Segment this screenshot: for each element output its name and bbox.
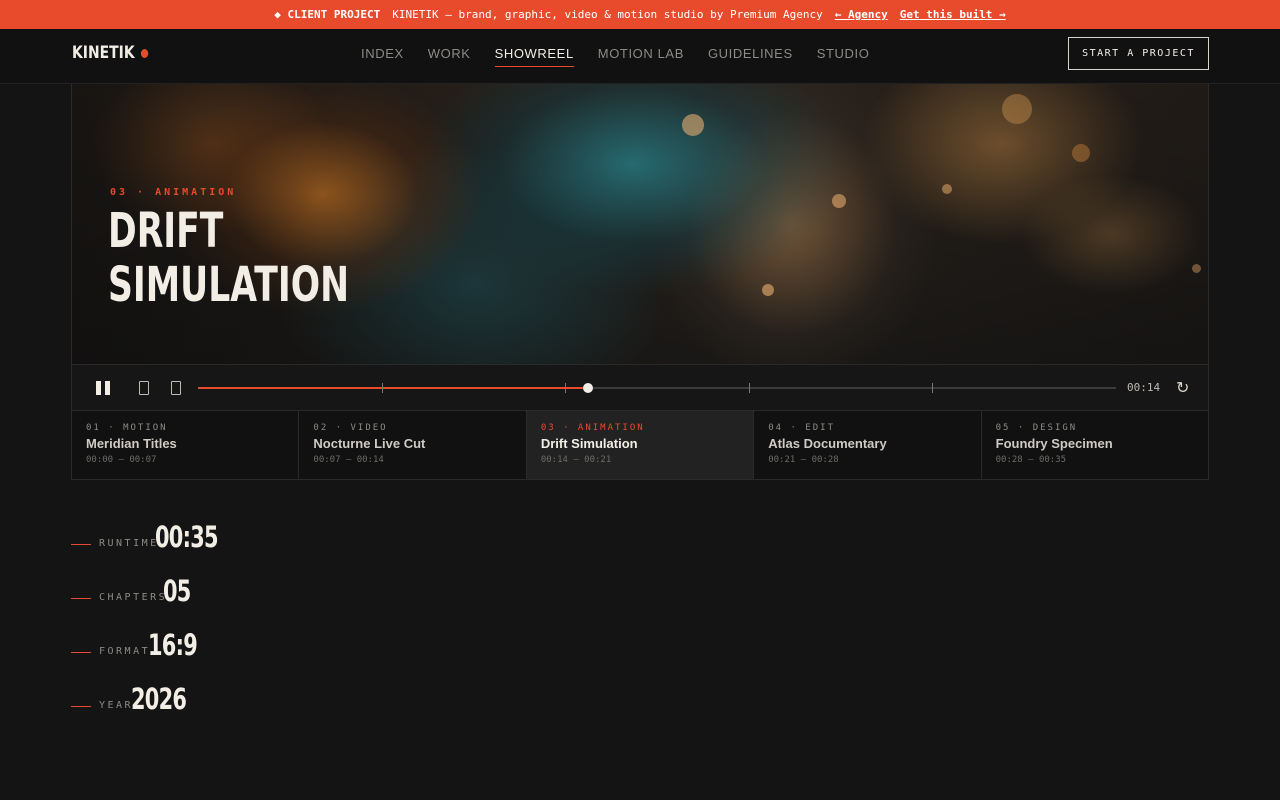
stat-rule: [71, 652, 91, 653]
nav-item-index[interactable]: INDEX: [361, 46, 404, 67]
pause-icon[interactable]: [94, 381, 112, 395]
next-chapter-icon[interactable]: [171, 381, 181, 395]
stat-label: RUNTIME: [99, 538, 159, 549]
hero-kicker: 03 · ANIMATION: [110, 187, 237, 198]
chapter-marker: [565, 383, 567, 393]
chapter-marker: [932, 383, 934, 393]
chapter-item[interactable]: 04 · EDIT Atlas Documentary 00:21 — 00:2…: [754, 411, 982, 479]
bokeh-highlight: [1072, 144, 1090, 162]
chapter-range: 00:21 — 00:28: [768, 455, 839, 465]
chapter-title: Nocturne Live Cut: [313, 436, 426, 451]
stat-value: 16:9: [148, 628, 198, 662]
stat-value: 2026: [131, 682, 187, 716]
banner-agency-link[interactable]: ← Agency: [835, 8, 888, 21]
stat-value: 05: [163, 574, 191, 608]
nav-item-guidelines[interactable]: GUIDELINES: [708, 46, 793, 67]
stat-label: YEAR: [99, 700, 134, 711]
chapter-marker: [748, 383, 750, 393]
chapter-range: 00:07 — 00:14: [313, 455, 384, 465]
nav-item-work[interactable]: WORK: [428, 46, 471, 67]
bokeh-highlight: [682, 114, 704, 136]
start-project-button[interactable]: START A PROJECT: [1068, 37, 1209, 70]
bokeh-highlight: [1192, 264, 1201, 273]
bokeh-highlight: [1002, 94, 1032, 124]
logo[interactable]: KINETIK: [72, 43, 149, 63]
stat-rule: [71, 706, 91, 707]
video-frame[interactable]: 03 · ANIMATION DRIFT SIMULATION: [71, 84, 1209, 364]
logo-dot-icon: [141, 48, 149, 58]
hero-title-line-2: SIMULATION: [108, 257, 350, 313]
logo-text: KINETIK: [72, 43, 135, 63]
chapter-range: 00:00 — 00:07: [86, 455, 157, 465]
promo-banner: ◆ CLIENT PROJECT KINETIK — brand, graphi…: [0, 0, 1280, 29]
stat-rule: [71, 544, 91, 545]
chapter-item-active[interactable]: 03 · ANIMATION Drift Simulation 00:14 — …: [526, 411, 755, 479]
main-nav: INDEX WORK SHOWREEL MOTION LAB GUIDELINE…: [361, 46, 869, 67]
chapter-item[interactable]: 01 · MOTION Meridian Titles 00:00 — 00:0…: [72, 411, 300, 479]
stat-rule: [71, 598, 91, 599]
player-controls: 00:14 ↻: [71, 364, 1209, 410]
banner-get-built-link[interactable]: Get this built →: [900, 8, 1006, 21]
scrubber-handle[interactable]: [583, 383, 594, 393]
bokeh-highlight: [762, 284, 774, 296]
hero-title-line-1: DRIFT: [108, 203, 224, 259]
chapter-title: Drift Simulation: [540, 436, 638, 451]
banner-text: KINETIK — brand, graphic, video & motion…: [392, 8, 823, 21]
timecode: 00:14: [1127, 381, 1161, 394]
chapter-range: 00:28 — 00:35: [995, 455, 1067, 465]
previous-chapter-icon[interactable]: [139, 381, 149, 395]
nav-item-studio[interactable]: STUDIO: [817, 46, 870, 67]
chapter-item[interactable]: 02 · VIDEO Nocturne Live Cut 00:07 — 00:…: [299, 411, 527, 479]
chapter-kicker: 01 · MOTION: [86, 423, 168, 433]
chapter-kicker: 03 · ANIMATION: [540, 423, 645, 433]
hero-title: DRIFT SIMULATION: [108, 204, 349, 312]
chapter-title: Meridian Titles: [86, 436, 177, 451]
chapter-list: 01 · MOTION Meridian Titles 00:00 — 00:0…: [71, 410, 1209, 480]
chapter-kicker: 02 · VIDEO: [313, 423, 388, 433]
loop-icon[interactable]: ↻: [1176, 378, 1189, 398]
stat-label: CHAPTERS: [99, 592, 168, 603]
stat-label: FORMAT: [99, 646, 151, 657]
chapter-item[interactable]: 05 · DESIGN Foundry Specimen 00:28 — 00:…: [982, 411, 1208, 479]
chapter-marker: [381, 383, 383, 393]
progress-scrubber[interactable]: [198, 383, 1116, 393]
chapter-range: 00:14 — 00:21: [540, 455, 612, 465]
chapter-title: Atlas Documentary: [768, 436, 887, 451]
nav-item-showreel[interactable]: SHOWREEL: [494, 46, 574, 67]
chapter-kicker: 04 · EDIT: [768, 423, 835, 433]
bokeh-highlight: [832, 194, 846, 208]
banner-tag: ◆ CLIENT PROJECT: [274, 8, 381, 21]
progress-fill: [198, 387, 589, 389]
nav-item-motion-lab[interactable]: MOTION LAB: [598, 46, 684, 67]
chapter-kicker: 05 · DESIGN: [995, 423, 1078, 433]
bokeh-highlight: [942, 184, 952, 194]
stat-value: 00:35: [155, 520, 219, 554]
chapter-title: Foundry Specimen: [995, 436, 1113, 451]
site-header: KINETIK INDEX WORK SHOWREEL MOTION LAB G…: [0, 29, 1280, 84]
